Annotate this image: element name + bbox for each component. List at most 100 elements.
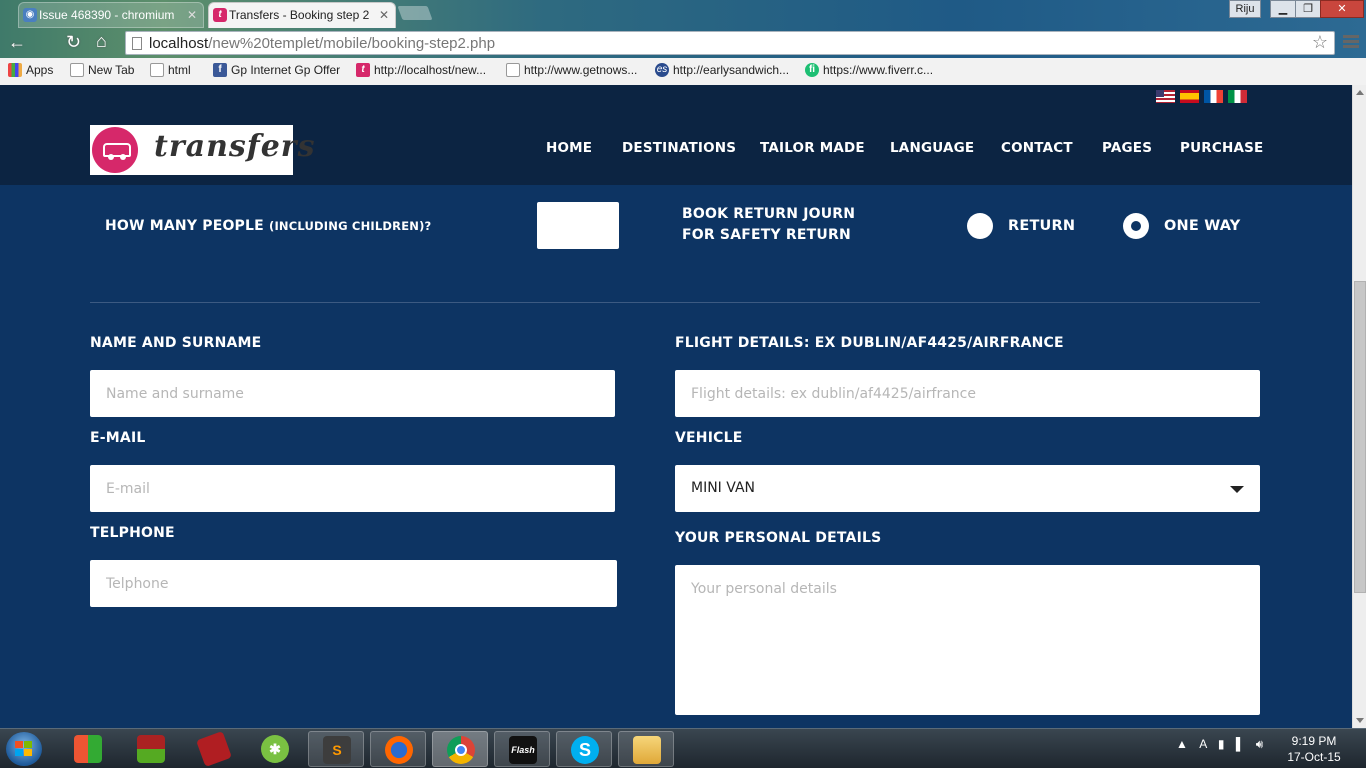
start-button[interactable] [6,732,42,766]
apps-grid-icon [8,63,22,77]
system-tray: ▲ A ▮ ▌ 🔊︎ [1176,737,1263,752]
flag-us-icon[interactable] [1156,90,1175,103]
browser-tab-issue[interactable]: ◉ Issue 468390 - chromium ✕ [18,2,204,28]
close-tab-icon[interactable]: ✕ [187,3,197,27]
bookmark-item[interactable]: fi https://www.fiverr.c... [805,63,933,77]
email-input[interactable] [90,465,615,512]
bookmark-item[interactable]: New Tab [70,63,134,77]
new-tab-button[interactable] [397,6,433,20]
site-logo[interactable]: transfers [90,125,315,175]
taskbar-item-firefox[interactable] [370,731,426,767]
logo-text: transfers [154,129,316,164]
home-icon[interactable]: ⌂ [96,31,107,52]
taskbar-item-sublime[interactable]: S [308,731,364,767]
clock-time: 9:19 PM [1291,734,1337,748]
windows-flag-icon [15,741,33,757]
taskbar-item-chrome[interactable] [432,731,488,767]
clock-date: 17-Oct-15 [1287,750,1341,764]
flash-icon: Flash [509,736,537,764]
taskbar-item[interactable] [123,731,179,767]
windows-taskbar: ✱ S Flash S ▲ A ▮ ▌ 🔊︎ 9:19 PM 17-Oct-15 [0,728,1366,768]
fiverr-icon: fi [805,63,819,77]
bookmark-item[interactable]: es http://earlysandwich... [655,63,789,77]
flight-input[interactable] [675,370,1260,417]
close-tab-icon[interactable]: ✕ [379,3,389,27]
back-arrow-icon[interactable]: ← [8,32,26,53]
taskbar-clock[interactable]: 9:19 PM 17-Oct-15 [1282,733,1346,765]
taskbar-item-skype[interactable]: S [556,731,612,767]
taskbar-item-explorer[interactable] [618,731,674,767]
nav-home[interactable]: HOME [546,140,592,156]
chrome-menu-icon[interactable] [1343,33,1359,51]
language-icon[interactable]: A [1199,737,1206,751]
radio-return[interactable] [967,213,993,239]
phone-input[interactable] [90,560,617,607]
profile-button[interactable]: Riju [1229,0,1261,18]
bookmark-item[interactable]: t http://localhost/new... [356,63,486,77]
greenfolder-icon: ✱ [261,735,289,763]
network-icon[interactable]: ▌ [1236,737,1245,751]
minimize-button[interactable]: ▁ [1270,0,1296,18]
bookmark-star-icon[interactable]: ☆ [1312,32,1328,53]
taskbar-item[interactable] [186,731,242,767]
es-icon: es [655,63,669,77]
taskbar-item-flash[interactable]: Flash [494,731,550,767]
flag-it-icon[interactable] [1228,90,1247,103]
show-hidden-icons[interactable]: ▲ [1176,737,1188,751]
book-icon [196,731,232,767]
radio-one-way-label: ONE WAY [1164,218,1241,234]
page-icon [506,63,520,77]
name-input[interactable] [90,370,615,417]
nav-destinations[interactable]: DESTINATIONS [622,140,736,156]
nav-pages[interactable]: PAGES [1102,140,1152,156]
people-count-input[interactable] [537,202,619,249]
nav-purchase[interactable]: PURCHASE [1180,140,1263,156]
firefox-icon [385,736,413,764]
booking-form: HOW MANY PEOPLE (INCLUDING CHILDREN)? BO… [0,185,1352,728]
people-label: HOW MANY PEOPLE (INCLUDING CHILDREN)? [105,218,432,234]
vehicle-selected-value: MINI VAN [691,480,755,496]
sublime-icon: S [323,736,351,764]
personal-details-textarea[interactable] [675,565,1260,715]
taskbar-item[interactable]: ✱ [247,731,303,767]
page-scrollbar[interactable] [1352,85,1366,728]
flight-label: FLIGHT DETAILS: EX DUBLIN/AF4425/AIRFRAN… [675,335,1064,351]
volume-icon[interactable]: 🔊︎ [1256,737,1264,751]
logo-circle [92,127,138,173]
radio-one-way[interactable] [1123,213,1149,239]
phone-label: TELPHONE [90,525,175,541]
site-header: transfers HOME DESTINATIONS TAILOR MADE … [0,85,1352,185]
close-window-button[interactable]: ✕ [1320,0,1364,18]
flag-fr-icon[interactable] [1204,90,1223,103]
vehicle-select[interactable]: MINI VAN [675,465,1260,512]
nav-contact[interactable]: CONTACT [1001,140,1073,156]
nav-language[interactable]: LANGUAGE [890,140,974,156]
bookmark-item[interactable]: html [150,63,191,77]
address-bar[interactable]: localhost/new%20templet/mobile/booking-s… [125,31,1335,55]
nav-tailor-made[interactable]: TAILOR MADE [760,140,865,156]
browser-tab-transfers[interactable]: t Transfers - Booking step 2 ✕ [208,2,396,28]
flag-es-icon[interactable] [1180,90,1199,103]
reload-icon[interactable]: ↻ [66,32,81,53]
scroll-down-icon[interactable] [1356,718,1364,723]
scroll-up-icon[interactable] [1356,90,1364,95]
restore-button[interactable]: ❐ [1295,0,1321,18]
scrollbar-thumb[interactable] [1354,281,1366,593]
bookmark-item[interactable]: Apps [8,63,53,77]
section-divider [90,302,1260,303]
tab-title: Issue 468390 - chromium [39,8,175,22]
personal-details-label: YOUR PERSONAL DETAILS [675,530,882,546]
taskbar-item[interactable] [60,731,116,767]
skype-icon: S [571,736,599,764]
chrome-icon [447,736,475,764]
email-label: E-MAIL [90,430,146,446]
language-flags [1156,90,1252,108]
bookmark-item[interactable]: f Gp Internet Gp Offer [213,63,340,77]
facebook-icon: f [213,63,227,77]
bookmark-item[interactable]: http://www.getnows... [506,63,637,77]
tiles-icon [74,735,102,763]
usb-icon[interactable]: ▮ [1218,737,1225,751]
page-icon [132,37,142,50]
browser-chrome: ◉ Issue 468390 - chromium ✕ t Transfers … [0,0,1366,85]
bookmarks-bar: Apps New Tab html f Gp Internet Gp Offer … [0,58,1366,85]
